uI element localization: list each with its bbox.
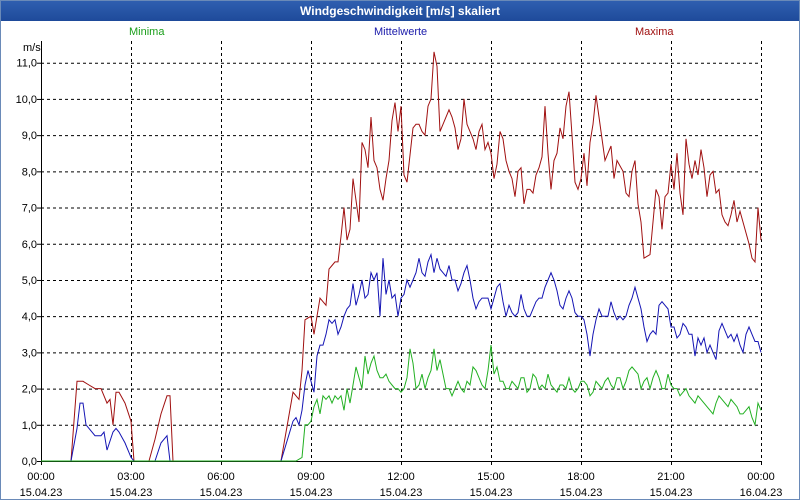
x-tick-label-date: 15.04.23 [110, 487, 153, 499]
y-tick-label: 1,0 [22, 420, 37, 432]
y-tick-label: 10,0 [16, 94, 37, 106]
x-tick-label-time: 06:00 [207, 471, 235, 483]
x-tick-label-date: 15.04.23 [650, 487, 693, 499]
x-tick-label-date: 15.04.23 [200, 487, 243, 499]
y-axis-unit: m/s [23, 42, 41, 54]
x-tick-label-date: 15.04.23 [560, 487, 603, 499]
x-tick-label-date: 15.04.23 [290, 487, 333, 499]
y-tick-label: 4,0 [22, 311, 37, 323]
x-tick-label-time: 03:00 [117, 471, 145, 483]
series-maxima [41, 51, 762, 462]
axes: 0,0 1,0 2,0 3,0 4,0 5,0 6,0 7,0 8,0 9,0 10,0 11,0 00… [16, 41, 783, 499]
series-mittelwerte [41, 252, 762, 462]
chart-window: Windgeschwindigkeit [m/s] skaliert 0,0 1,… [0, 0, 800, 500]
y-tick-label: 5,0 [22, 275, 37, 287]
y-tick-label: 7,0 [22, 203, 37, 215]
plot-area: 0,0 1,0 2,0 3,0 4,0 5,0 6,0 7,0 8,0 9,0 10,0 11,0 00… [16, 41, 783, 499]
x-tick-label-date: 15.04.23 [380, 487, 423, 499]
y-tick-label: 2,0 [22, 384, 37, 396]
grid [41, 41, 762, 462]
x-tick-label-date: 15.04.23 [20, 487, 63, 499]
x-tick-label-time: 15:00 [477, 471, 505, 483]
legend-maxima: Maxima [635, 26, 674, 38]
y-tick-label: 6,0 [22, 239, 37, 251]
x-tick-label-date: 16.04.23 [740, 487, 783, 499]
x-tick-label-time: 00:00 [747, 471, 775, 483]
x-tick-label-time: 12:00 [387, 471, 415, 483]
y-tick-label: 3,0 [22, 347, 37, 359]
x-tick-label-date: 15.04.23 [470, 487, 513, 499]
legend-minima: Minima [129, 26, 165, 38]
x-tick-label-time: 18:00 [567, 471, 595, 483]
y-tick-label: 11,0 [16, 58, 37, 70]
y-tick-label: 8,0 [22, 166, 37, 178]
x-tick-label-time: 21:00 [657, 471, 685, 483]
legend-mittelwerte: Mittelwerte [374, 26, 428, 38]
y-tick-label: 9,0 [22, 130, 37, 142]
y-tick-label: 0,0 [22, 456, 37, 468]
x-tick-label-time: 09:00 [297, 471, 325, 483]
x-tick-label-time: 00:00 [27, 471, 55, 483]
series-lines [41, 51, 762, 462]
